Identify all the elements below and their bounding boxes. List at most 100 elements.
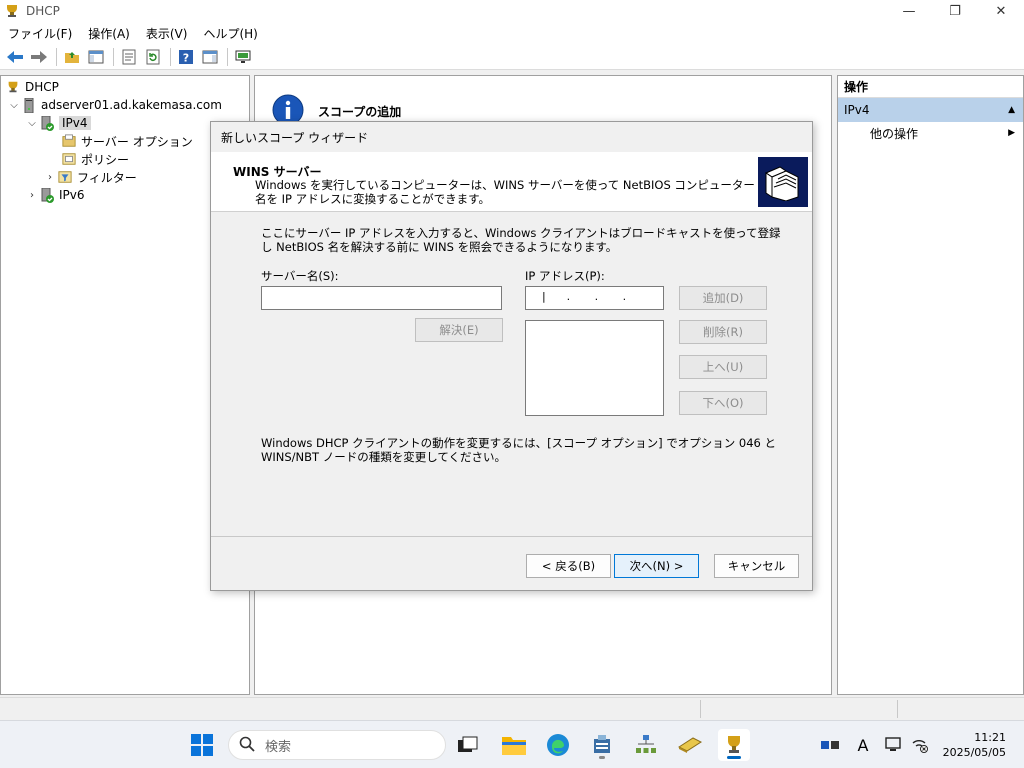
server-manager-icon[interactable] xyxy=(586,729,618,761)
filter-icon xyxy=(57,169,73,185)
action-pane-icon[interactable] xyxy=(199,46,221,68)
forward-arrow-icon[interactable] xyxy=(28,46,50,68)
back-arrow-icon[interactable] xyxy=(4,46,26,68)
taskbar-clock[interactable]: 11:21 2025/05/05 xyxy=(943,730,1006,760)
search-icon xyxy=(239,736,255,755)
svg-text:?: ? xyxy=(183,51,189,64)
wizard-folders-icon xyxy=(758,157,808,207)
server-name-label: サーバー名(S): xyxy=(261,269,339,283)
properties-icon[interactable] xyxy=(118,46,140,68)
tree-item-dhcp[interactable]: DHCP xyxy=(5,78,59,96)
result-header-label: スコープの追加 xyxy=(318,105,402,119)
running-indicator xyxy=(599,756,605,759)
file-explorer-icon[interactable] xyxy=(498,729,530,761)
policy-icon xyxy=(61,151,77,167)
toolbar-separator xyxy=(56,47,57,66)
wizard-title: 新しいスコープ ウィザード xyxy=(221,130,369,145)
chevron-down-icon[interactable]: ⌵ xyxy=(7,100,21,111)
ipv6-icon xyxy=(39,187,55,203)
menu-view[interactable]: 表示(V) xyxy=(138,25,196,42)
network-disconnected-icon[interactable] xyxy=(909,734,931,756)
toolbar-separator xyxy=(113,47,114,66)
clock-date: 2025/05/05 xyxy=(942,746,1006,759)
task-view-icon[interactable] xyxy=(452,729,484,761)
show-hide-tree-icon[interactable] xyxy=(85,46,107,68)
tree-label: adserver01.ad.kakemasa.com xyxy=(41,98,222,112)
tree-item-policy[interactable]: ポリシー xyxy=(61,150,129,168)
wizard-footer-divider xyxy=(211,536,812,537)
toolbar-separator xyxy=(227,47,228,66)
search-placeholder: 検索 xyxy=(265,739,292,755)
new-scope-wizard-dialog: 新しいスコープ ウィザード WINS サーバー Windows を実行しているコ… xyxy=(210,121,813,591)
refresh-icon[interactable] xyxy=(142,46,164,68)
chevron-down-icon[interactable]: ⌵ xyxy=(25,118,39,129)
language-tray-icon[interactable] xyxy=(819,734,841,756)
options-folder-icon xyxy=(61,133,77,149)
submenu-arrow-icon: ▶ xyxy=(1008,128,1015,138)
taskbar: 検索 A 11:21 2025/05/05 xyxy=(0,720,1024,768)
close-button[interactable]: ✕ xyxy=(978,0,1024,22)
back-button[interactable]: < 戻る(B) xyxy=(526,554,611,578)
tree-item-server[interactable]: ⌵ adserver01.ad.kakemasa.com xyxy=(7,96,222,114)
action-more-actions[interactable]: 他の操作 ▶ xyxy=(838,122,1023,144)
menu-action[interactable]: 操作(A) xyxy=(80,25,138,42)
tree-item-ipv6[interactable]: › IPv6 xyxy=(25,186,85,204)
chevron-right-icon[interactable]: › xyxy=(43,172,57,183)
server-name-input[interactable] xyxy=(261,286,502,310)
active-indicator xyxy=(727,756,741,759)
menu-bar: ファイル(F) 操作(A) 表示(V) ヘルプ(H) xyxy=(0,22,1024,44)
action-pane: 操作 IPv4 ▲ 他の操作 ▶ xyxy=(837,75,1024,695)
move-down-button[interactable]: 下へ(O) xyxy=(679,391,767,415)
cancel-button[interactable]: キャンセル xyxy=(714,554,799,578)
tree-label: IPv6 xyxy=(59,188,85,202)
server-icon xyxy=(21,97,37,113)
chevron-right-icon[interactable]: › xyxy=(25,190,39,201)
dhcp-trophy-icon xyxy=(5,79,21,95)
tree-item-ipv4[interactable]: ⌵ IPv4 xyxy=(25,114,91,132)
ip-address-input[interactable]: | . . . xyxy=(525,286,664,310)
taskbar-search-box[interactable]: 検索 xyxy=(228,730,446,760)
status-separator xyxy=(897,700,898,718)
minimize-button[interactable]: — xyxy=(886,0,932,22)
remove-button[interactable]: 削除(R) xyxy=(679,320,767,344)
add-button[interactable]: 追加(D) xyxy=(679,286,767,310)
toolbar: ? xyxy=(0,44,1024,70)
dhcp-app-icon xyxy=(4,3,20,19)
toolbar-separator xyxy=(170,47,171,66)
title-bar: DHCP — ❐ ✕ xyxy=(0,0,1024,22)
ime-mode-indicator[interactable]: A xyxy=(852,734,874,756)
wins-server-list[interactable] xyxy=(525,320,664,416)
status-separator xyxy=(700,700,701,718)
edge-browser-icon[interactable] xyxy=(542,729,574,761)
tree-label: サーバー オプション xyxy=(81,134,193,149)
tree-item-filter[interactable]: › フィルター xyxy=(43,168,137,186)
network-tree-icon[interactable] xyxy=(630,729,662,761)
ip-address-label: IP アドレス(P): xyxy=(525,269,605,283)
folder-up-icon[interactable] xyxy=(61,46,83,68)
tree-label: フィルター xyxy=(77,170,137,185)
menu-help[interactable]: ヘルプ(H) xyxy=(195,25,265,42)
action-section-label: IPv4 xyxy=(844,103,870,117)
action-section-ipv4[interactable]: IPv4 ▲ xyxy=(838,98,1023,122)
action-item-label: 他の操作 xyxy=(870,126,919,141)
action-pane-header: 操作 xyxy=(838,76,1023,98)
resolve-button[interactable]: 解決(E) xyxy=(415,318,503,342)
help-icon[interactable]: ? xyxy=(175,46,197,68)
status-bar xyxy=(0,697,1024,719)
tree-item-server-options[interactable]: サーバー オプション xyxy=(61,132,193,150)
display-tray-icon[interactable] xyxy=(883,734,905,756)
tree-label: ポリシー xyxy=(81,152,130,167)
wizard-body-description: ここにサーバー IP アドレスを入力すると、Windows クライアントはブロー… xyxy=(261,226,781,254)
start-windows-icon[interactable] xyxy=(186,729,218,761)
collapse-up-icon[interactable]: ▲ xyxy=(1008,105,1015,115)
tree-label: DHCP xyxy=(25,80,59,94)
move-up-button[interactable]: 上へ(U) xyxy=(679,355,767,379)
maximize-button[interactable]: ❐ xyxy=(932,0,978,22)
monitor-icon[interactable] xyxy=(232,46,254,68)
wizard-header: WINS サーバー Windows を実行しているコンピューターは、WINS サ… xyxy=(211,152,812,212)
menu-file[interactable]: ファイル(F) xyxy=(0,25,80,42)
wizard-header-description: Windows を実行しているコンピューターは、WINS サーバーを使って Ne… xyxy=(255,178,755,206)
next-button[interactable]: 次へ(N) > xyxy=(614,554,699,578)
tools-icon[interactable] xyxy=(674,729,706,761)
dhcp-taskbar-icon[interactable] xyxy=(718,729,750,761)
